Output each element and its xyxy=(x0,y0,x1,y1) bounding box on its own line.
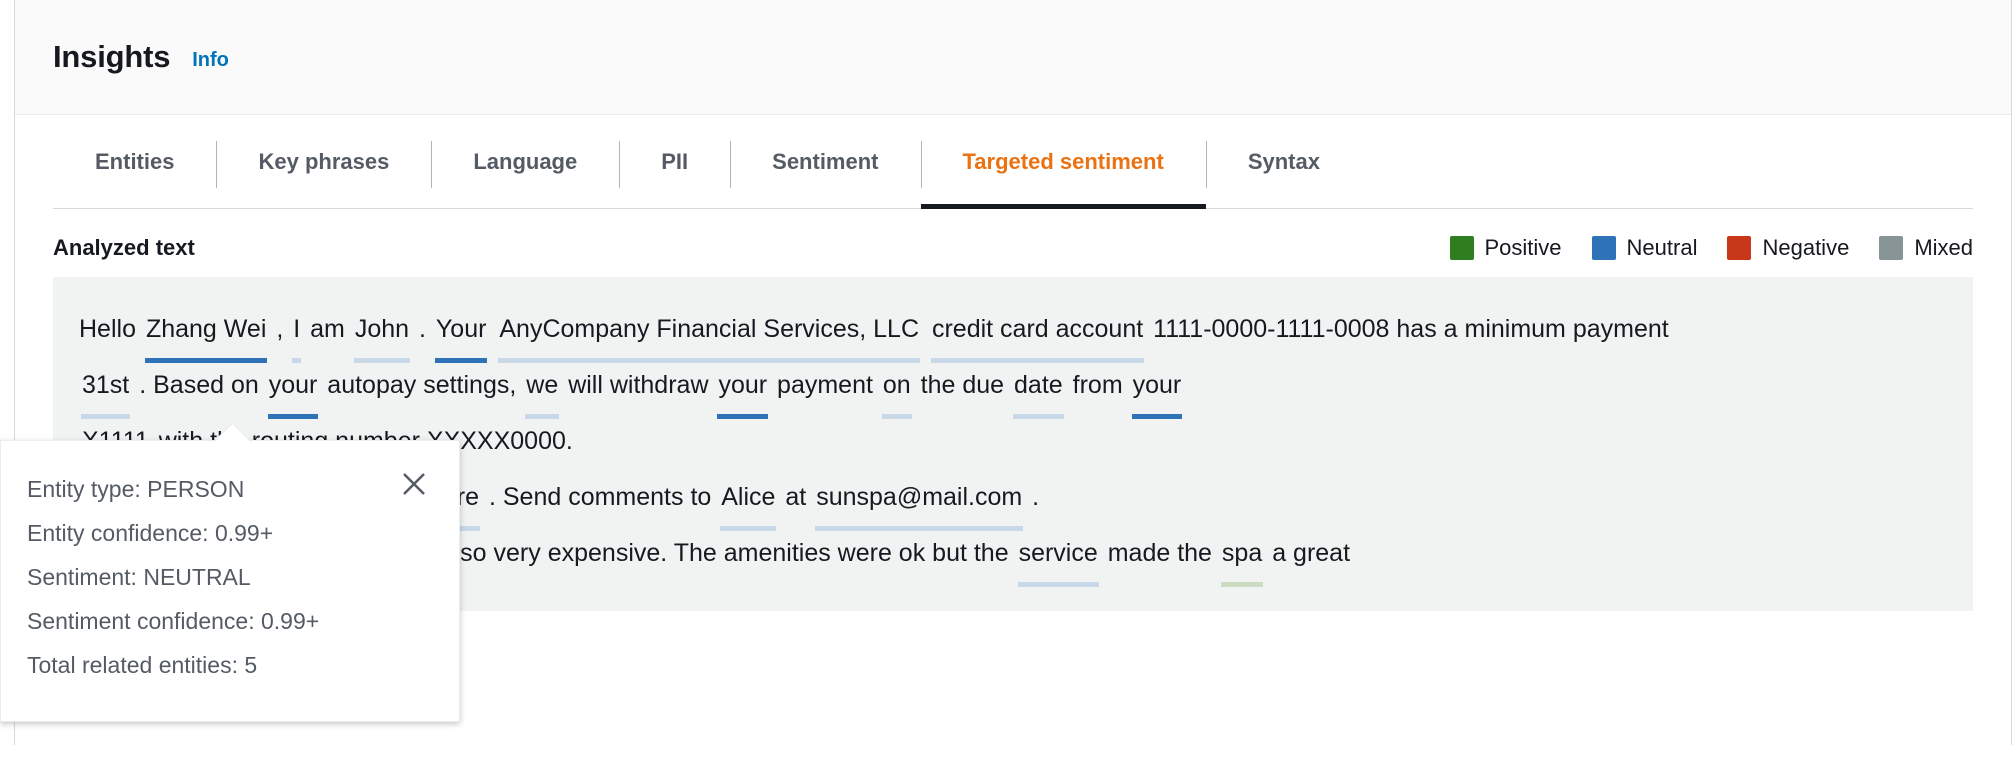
text-fragment: from xyxy=(1072,371,1123,399)
tab-syntax[interactable]: Syntax xyxy=(1205,115,1362,208)
legend-item-negative: Negative xyxy=(1727,235,1849,261)
text-fragment: will withdraw xyxy=(568,371,709,399)
entity-token[interactable]: credit card account xyxy=(929,301,1146,363)
entity-token[interactable]: on xyxy=(880,357,914,419)
legend-label: Mixed xyxy=(1914,235,1973,260)
text-fragment: made the xyxy=(1107,539,1212,567)
legend-swatch-mixed-icon xyxy=(1879,236,1904,260)
tab-label: Targeted sentiment xyxy=(962,148,1164,174)
page-title: Insights xyxy=(53,39,171,74)
tooltip-line: Sentiment: NEUTRAL xyxy=(27,564,251,590)
text-fragment: . Send comments to xyxy=(488,483,712,511)
tab-sentiment[interactable]: Sentiment xyxy=(730,115,920,208)
text-fragment: autopay settings, xyxy=(327,371,517,399)
tabs-wrapper: Entities Key phrases Language PII Sentiment T… xyxy=(15,115,2011,209)
tab-label: Syntax xyxy=(1247,148,1320,174)
tab-key-phrases[interactable]: Key phrases xyxy=(216,115,431,208)
entity-token[interactable]: AnyCompany Financial Services, LLC xyxy=(496,301,922,363)
tab-label: Key phrases xyxy=(258,148,390,174)
analyzed-text-label: Analyzed text xyxy=(53,235,195,260)
tab-label: Sentiment xyxy=(772,148,879,174)
entity-token[interactable]: your xyxy=(266,357,321,419)
legend-label: Neutral xyxy=(1626,235,1698,260)
legend-item-mixed: Mixed xyxy=(1879,235,1973,261)
entity-token[interactable]: spa xyxy=(1219,525,1265,587)
analyzed-text-header: Analyzed text Positive Neutral Negative Mix… xyxy=(15,209,2011,277)
tooltip-line: Entity type: PERSON xyxy=(27,476,245,502)
text-fragment: . xyxy=(1032,483,1040,511)
tab-label: PII xyxy=(661,148,689,174)
analyzed-text-line: 31st . Based on your autopay settings, w… xyxy=(79,357,1947,419)
tab-targeted-sentiment[interactable]: Targeted sentiment xyxy=(920,115,1207,209)
entity-token[interactable]: Zhang Wei xyxy=(143,301,269,363)
entity-token[interactable]: sunspa@mail.com xyxy=(813,469,1025,531)
panel-header: Insights Info xyxy=(15,0,2011,115)
text-fragment: a great xyxy=(1272,539,1351,567)
entity-token[interactable]: Your xyxy=(433,301,490,363)
entity-token[interactable]: your xyxy=(1130,357,1185,419)
sentiment-legend: Positive Neutral Negative Mixed xyxy=(1449,235,1973,261)
text-fragment: . xyxy=(419,315,426,343)
info-link[interactable]: Info xyxy=(192,49,229,72)
entity-token[interactable]: 31st xyxy=(79,357,132,419)
tab-label: Entities xyxy=(95,148,175,174)
entity-token[interactable]: John xyxy=(352,301,412,363)
entity-token[interactable]: date xyxy=(1011,357,1066,419)
legend-label: Negative xyxy=(1762,235,1850,260)
entity-tooltip: Entity type: PERSON Entity confidence: 0.… xyxy=(0,422,460,722)
tooltip-line: Total related entities: 5 xyxy=(27,652,258,678)
text-fragment: the due xyxy=(920,371,1005,399)
tooltip-line: Entity confidence: 0.99+ xyxy=(27,520,274,546)
text-fragment: . Based on xyxy=(139,371,259,399)
entity-token[interactable]: I xyxy=(290,301,303,363)
text-fragment: , xyxy=(276,315,284,343)
tab-pii[interactable]: PII xyxy=(619,115,730,208)
tab-language[interactable]: Language xyxy=(431,115,619,208)
entity-token[interactable]: Alice xyxy=(718,469,778,531)
text-fragment: was also very expensive. The amenities w… xyxy=(389,539,1009,567)
text-fragment: Hello xyxy=(79,315,136,343)
legend-item-neutral: Neutral xyxy=(1591,235,1698,261)
legend-item-positive: Positive xyxy=(1449,235,1562,261)
legend-label: Positive xyxy=(1484,235,1562,260)
analyzed-text-line: Hello Zhang Wei , I am John . Your AnyCo… xyxy=(79,301,1947,363)
close-icon[interactable] xyxy=(399,469,429,499)
text-fragment: 1111-0000-1111-0008 has a minimum paymen… xyxy=(1153,315,1669,343)
entity-token[interactable]: service xyxy=(1016,525,1101,587)
text-fragment: payment xyxy=(777,371,873,399)
text-fragment: at xyxy=(785,483,807,511)
tab-list: Entities Key phrases Language PII Sentiment T… xyxy=(53,115,1973,209)
legend-swatch-positive-icon xyxy=(1449,236,1474,260)
text-fragment: am xyxy=(310,315,345,343)
entity-token[interactable]: we xyxy=(523,357,561,419)
tooltip-content: Entity type: PERSON Entity confidence: 0.… xyxy=(27,467,429,687)
legend-swatch-negative-icon xyxy=(1727,236,1752,260)
tab-entities[interactable]: Entities xyxy=(53,115,216,208)
entity-token[interactable]: your xyxy=(715,357,770,419)
tab-label: Language xyxy=(473,148,578,174)
tooltip-line: Sentiment confidence: 0.99+ xyxy=(27,608,320,634)
legend-swatch-neutral-icon xyxy=(1591,236,1616,260)
